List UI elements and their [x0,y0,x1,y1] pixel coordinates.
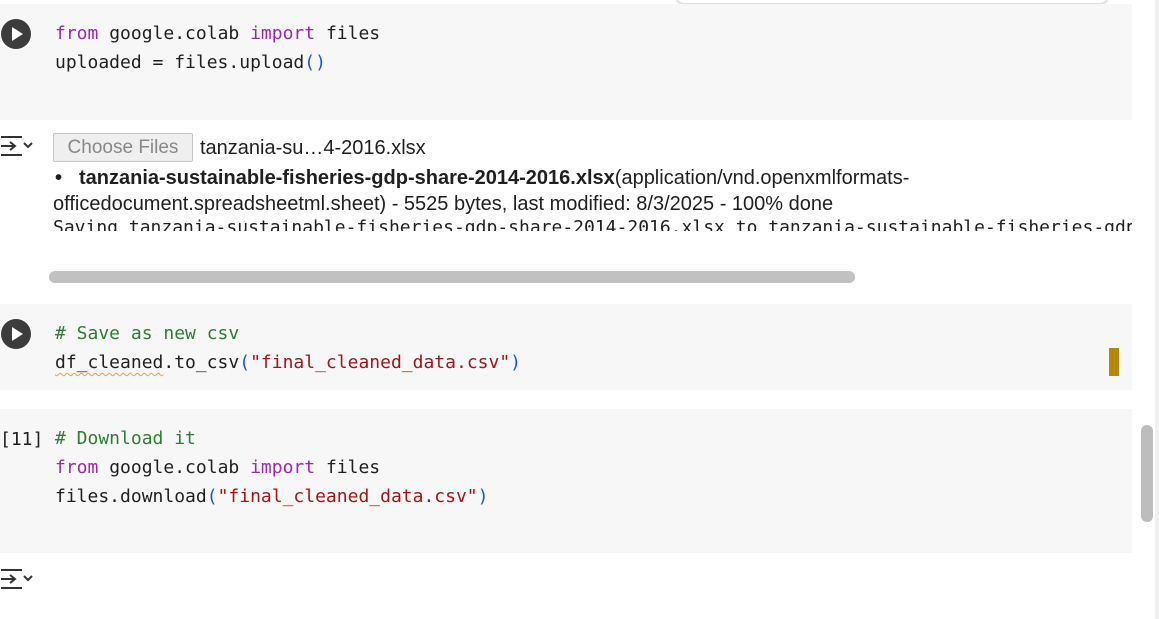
upload-output: Choose Files tanzania-su…4-2016.xlsx • ta… [53,131,1132,231]
code-comment: # Save as new csv [55,323,240,344]
code-line: from google.colab import files [55,23,381,44]
cell-focus-indicator [1109,348,1119,376]
code-line: uploaded = files.upload() [55,52,326,73]
code-editor-save[interactable]: # Save as new csv df_cleaned.to_csv("fin… [55,319,521,377]
output-toggle-icon[interactable] [0,133,34,159]
code-editor-upload[interactable]: from google.colab import files uploaded … [55,19,380,77]
run-cell-button[interactable] [1,19,31,49]
run-cell-button[interactable] [1,319,31,349]
code-line: files.download("final_cleaned_data.csv") [55,486,489,507]
uploaded-file-name: tanzania-sustainable-fisheries-gdp-share… [79,167,615,189]
code-line: df_cleaned.to_csv("final_cleaned_data.cs… [55,352,522,373]
bullet: • [55,167,63,189]
horizontal-scrollbar[interactable] [49,271,855,283]
execution-count: [11] [0,429,44,450]
play-icon [12,327,23,341]
code-editor-download[interactable]: # Download it from google.colab import f… [55,424,489,511]
code-comment: # Download it [55,428,196,449]
chosen-file-name: tanzania-su…4-2016.xlsx [200,137,426,159]
saving-message: Saving tanzania-sustainable-fisheries-gd… [53,217,1132,231]
window-edge [1155,0,1159,619]
choose-files-button[interactable]: Choose Files [53,133,193,162]
play-icon [12,27,23,41]
uploaded-file-info: • tanzania-sustainable-fisheries-gdp-shar… [53,165,1053,217]
output-toggle-icon[interactable] [0,566,34,592]
vertical-scrollbar-thumb[interactable] [1141,425,1153,522]
code-line: from google.colab import files [55,457,381,478]
